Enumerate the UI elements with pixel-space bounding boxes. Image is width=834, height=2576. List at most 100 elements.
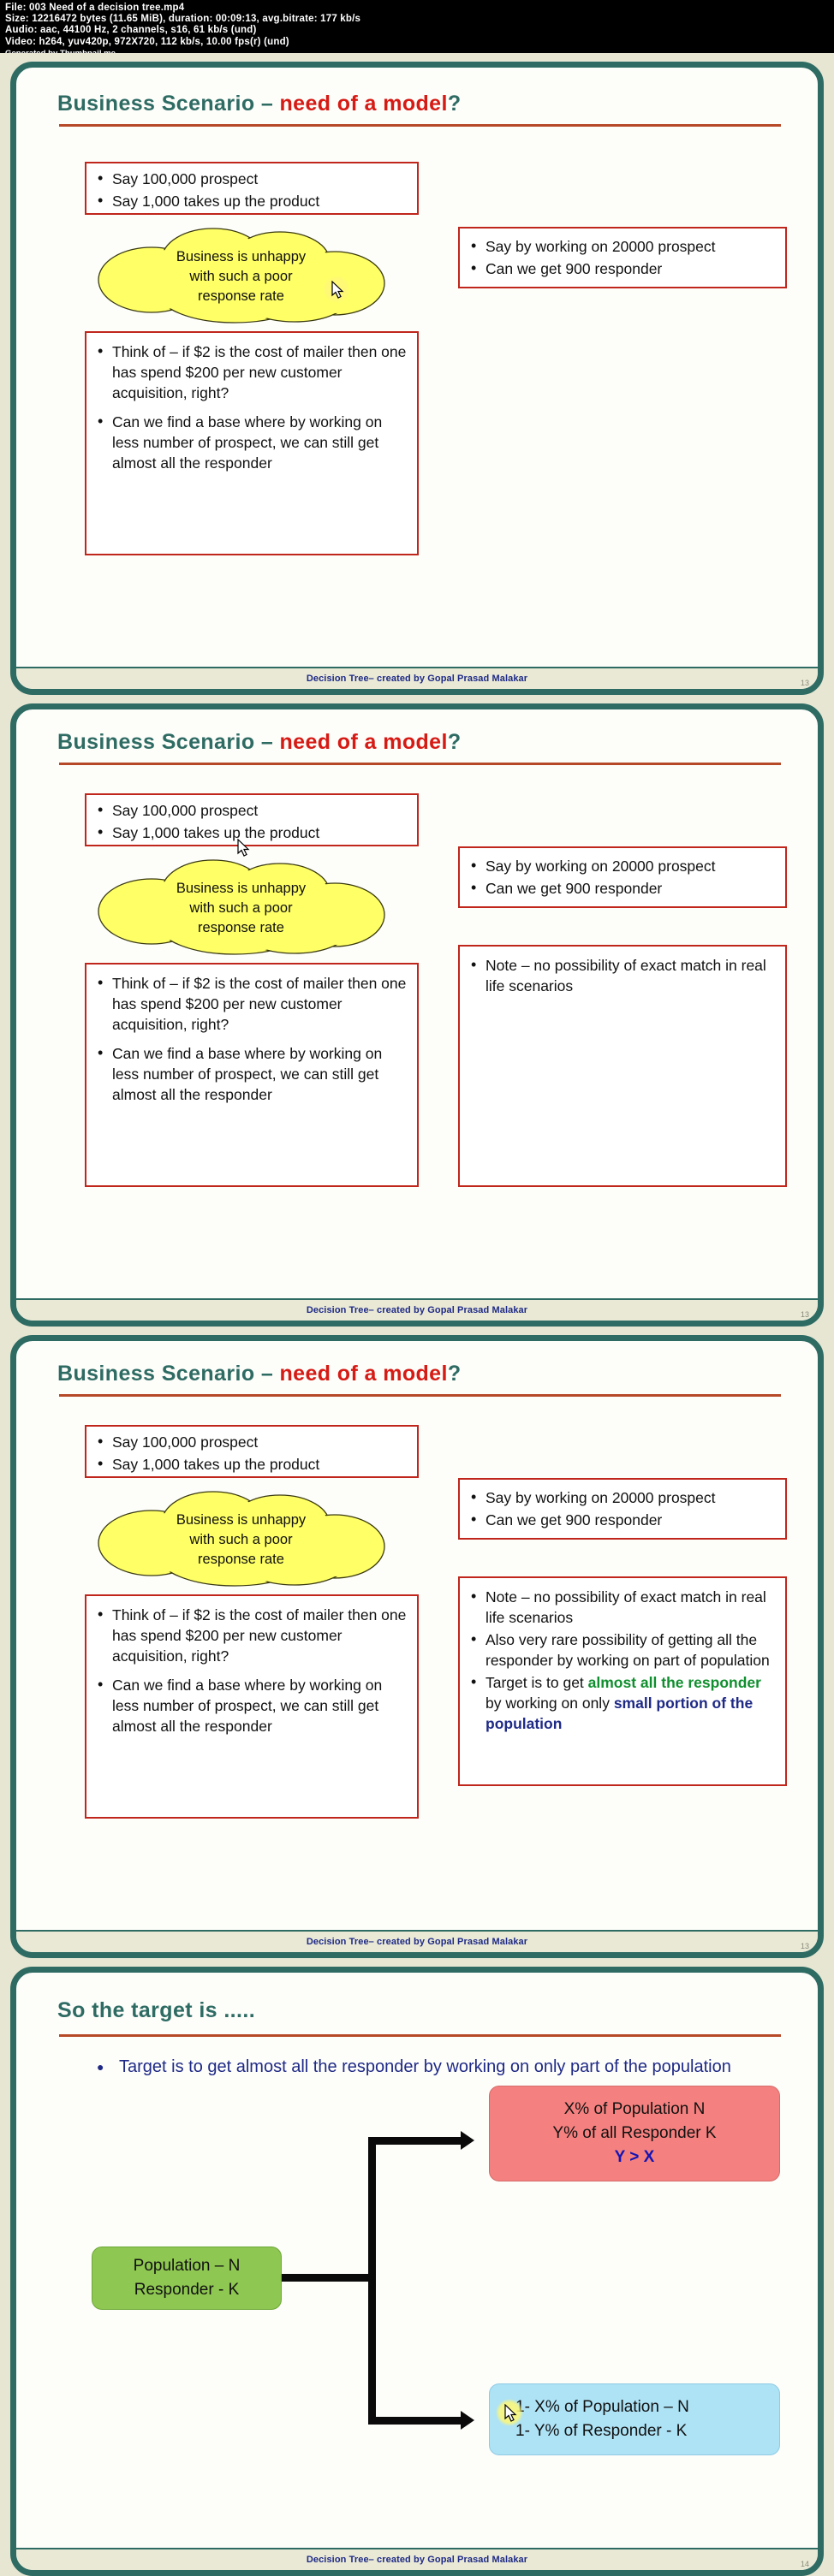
left-top-box: Say 100,000 prospect Say 1,000 takes up … — [85, 1425, 419, 1478]
node-emphasis: Y > X — [614, 2148, 655, 2166]
list-item: Can we find a base where by working on l… — [98, 1674, 410, 1736]
title-part-main: Business Scenario — [57, 1362, 261, 1386]
connector-branch-top — [368, 2137, 462, 2145]
meta-size: Size: 12216472 bytes (11.65 MiB), durati… — [5, 14, 361, 25]
slide-page-number: 14 — [800, 2560, 809, 2568]
page-title: Business Scenario – need of a model? — [57, 1362, 462, 1386]
connector-branch-bottom — [368, 2417, 462, 2425]
list-item: Note – no possibility of exact match in … — [471, 954, 778, 996]
meta-file: File: 003 Need of a decision tree.mp4 — [5, 3, 185, 13]
list-item: Say 100,000 prospect — [98, 168, 410, 189]
connector-stem — [282, 2274, 376, 2282]
list-item: Say 100,000 prospect — [98, 1431, 410, 1452]
list-item: Think of – if $2 is the cost of mailer t… — [98, 1604, 410, 1666]
slide-card: Business Scenario – need of a model? Say… — [10, 62, 824, 695]
node-line: 1- Y% of Responder - K — [515, 2422, 688, 2440]
video-metadata-header: File: 003 Need of a decision tree.mp4 Si… — [0, 0, 834, 58]
rich-mid: by working on only — [486, 1695, 614, 1712]
title-part-main: Business Scenario — [57, 92, 261, 116]
cloud-callout: Business is unhappy with such a poor res… — [85, 852, 397, 959]
footer-text: Decision Tree– created by Gopal Prasad M… — [306, 1937, 528, 1947]
slide-card: Business Scenario – need of a model? Say… — [10, 703, 824, 1327]
slide-footer: Decision Tree– created by Gopal Prasad M… — [16, 2548, 818, 2570]
title-part-end: ? — [447, 730, 462, 754]
right-top-box: Say by working on 20000 prospect Can we … — [458, 846, 787, 908]
list-item: Can we find a base where by working on l… — [98, 1042, 410, 1105]
slide-page-number: 13 — [800, 679, 809, 687]
diagram-node-branch-2: 1- X% of Population – N 1- Y% of Respond… — [489, 2383, 780, 2455]
rich-lead: Target is to get — [486, 1674, 588, 1691]
node-line: 1- X% of Population – N — [515, 2398, 689, 2416]
slide-footer: Decision Tree– created by Gopal Prasad M… — [16, 667, 818, 689]
title-part-red: need of a model — [279, 730, 448, 754]
footer-text: Decision Tree– created by Gopal Prasad M… — [306, 1305, 528, 1315]
left-top-box: Say 100,000 prospect Say 1,000 takes up … — [85, 793, 419, 846]
list-item: Also very rare possibility of getting al… — [471, 1629, 778, 1671]
title-part-dash: – — [260, 730, 280, 754]
page-title: So the target is ..... — [57, 1998, 255, 2023]
footer-text: Decision Tree– created by Gopal Prasad M… — [306, 2555, 528, 2565]
node-line: Responder - K — [134, 2281, 240, 2299]
list-item: Say 1,000 takes up the product — [98, 822, 410, 843]
list-item: Think of – if $2 is the cost of mailer t… — [98, 341, 410, 403]
cloud-callout: Business is unhappy with such a poor res… — [85, 1483, 397, 1590]
title-rule — [59, 1394, 781, 1397]
title-part-dash: – — [260, 1362, 280, 1386]
right-top-box: Say by working on 20000 prospect Can we … — [458, 227, 787, 288]
connector-spine — [368, 2137, 376, 2425]
title-rule — [59, 124, 781, 127]
left-top-box: Say 100,000 prospect Say 1,000 takes up … — [85, 162, 419, 215]
list-item: Can we find a base where by working on l… — [98, 411, 410, 473]
list-item-rich: Target is to get almost all the responde… — [471, 1671, 778, 1734]
page-title: Business Scenario – need of a model? — [57, 730, 462, 755]
meta-audio: Audio: aac, 44100 Hz, 2 channels, s16, 6… — [5, 25, 257, 36]
title-part-main: Business Scenario — [57, 730, 261, 754]
list-item: Say by working on 20000 prospect — [471, 235, 778, 257]
list-item: Say 1,000 takes up the product — [98, 190, 410, 211]
list-item: Note – no possibility of exact match in … — [471, 1586, 778, 1628]
node-line: Y% of all Responder K — [552, 2124, 717, 2142]
title-part-red: need of a model — [279, 1362, 448, 1386]
list-item: Say 1,000 takes up the product — [98, 1453, 410, 1475]
slide-footer: Decision Tree– created by Gopal Prasad M… — [16, 1298, 818, 1321]
slide-thumbnail-2[interactable]: Business Scenario – need of a model? Say… — [0, 695, 834, 1327]
arrow-head-bottom-icon — [461, 2411, 474, 2430]
title-rule — [59, 763, 781, 765]
right-bottom-box: Note – no possibility of exact match in … — [458, 945, 787, 1187]
footer-text: Decision Tree– created by Gopal Prasad M… — [306, 674, 528, 684]
page-title: Business Scenario – need of a model? — [57, 92, 462, 116]
slide-page-number: 13 — [800, 1310, 809, 1319]
diagram-node-branch-1: X% of Population N Y% of all Responder K… — [489, 2086, 780, 2181]
title-part-main: So the target is ..... — [57, 1998, 256, 2022]
arrow-head-top-icon — [461, 2131, 474, 2150]
mouse-cursor — [682, 1343, 712, 1372]
node-line: X% of Population N — [563, 2100, 706, 2118]
slide-card: So the target is ..... Target is to get … — [10, 1967, 824, 2576]
title-part-dash: – — [260, 92, 280, 116]
slide-thumbnail-1[interactable]: Business Scenario – need of a model? Say… — [0, 53, 834, 695]
right-top-box: Say by working on 20000 prospect Can we … — [458, 1478, 787, 1540]
list-item: Say by working on 20000 prospect — [471, 1487, 778, 1508]
list-item: Say 100,000 prospect — [98, 799, 410, 821]
diagram-node-source: Population – N Responder - K — [92, 2247, 282, 2310]
title-rule — [59, 2034, 781, 2037]
slide-thumbnail-4[interactable]: So the target is ..... Target is to get … — [0, 1958, 834, 2576]
slide-thumbnail-3[interactable]: Business Scenario – need of a model? Say… — [0, 1327, 834, 1958]
list-item: Say by working on 20000 prospect — [471, 855, 778, 876]
rich-green: almost all the responder — [587, 1674, 761, 1691]
slide-page-number: 13 — [800, 1942, 809, 1950]
node-line: Population – N — [133, 2257, 241, 2275]
title-part-end: ? — [447, 1362, 462, 1386]
cloud-callout: Business is unhappy with such a poor res… — [85, 220, 397, 327]
slide-card: Business Scenario – need of a model? Say… — [10, 1335, 824, 1958]
main-bullet: Target is to get almost all the responde… — [97, 2055, 736, 2080]
left-bottom-box: Think of – if $2 is the cost of mailer t… — [85, 331, 419, 555]
list-item: Can we get 900 responder — [471, 1509, 778, 1530]
title-part-red: need of a model — [279, 92, 448, 116]
list-item: Can we get 900 responder — [471, 258, 778, 279]
slide-footer: Decision Tree– created by Gopal Prasad M… — [16, 1930, 818, 1952]
meta-video: Video: h264, yuv420p, 972X720, 112 kb/s,… — [5, 36, 289, 47]
left-bottom-box: Think of – if $2 is the cost of mailer t… — [85, 1594, 419, 1819]
list-item: Think of – if $2 is the cost of mailer t… — [98, 972, 410, 1035]
title-part-end: ? — [447, 92, 462, 116]
